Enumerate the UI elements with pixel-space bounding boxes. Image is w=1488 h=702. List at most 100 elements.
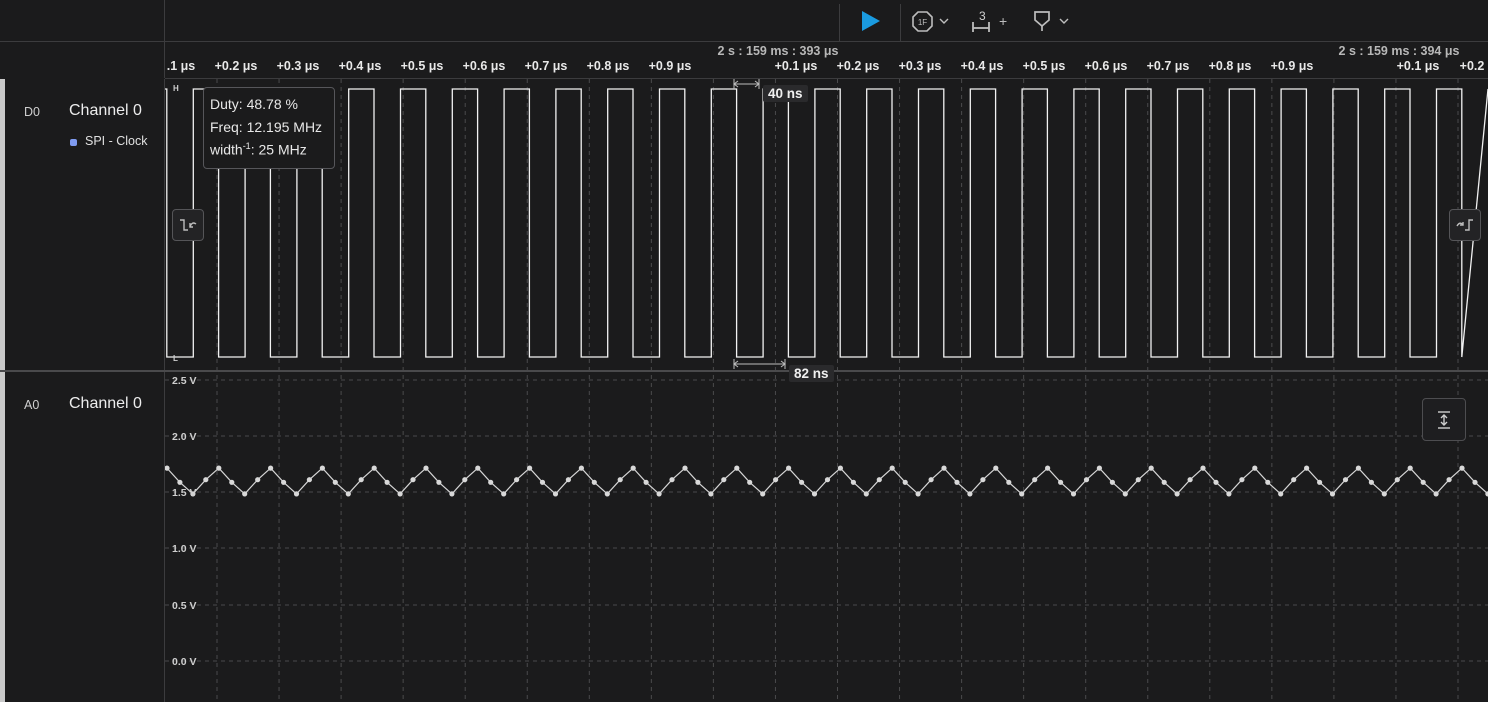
analog-sample-dot: [773, 477, 779, 483]
autoscale-icon: [1438, 410, 1450, 429]
analog-sample-dot: [488, 479, 494, 485]
time-tick-label: +0.7 μs: [524, 59, 568, 73]
measurement-count: 3: [979, 9, 986, 23]
marker-button[interactable]: [1032, 9, 1072, 33]
analog-sample-dot: [967, 491, 973, 497]
analog-sample-dot: [229, 479, 235, 485]
voltage-axis-label: 0.5 V: [172, 600, 197, 612]
analog-sample-dot: [216, 465, 222, 471]
analog-sample-dot: [656, 491, 662, 497]
analog-sample-dot: [928, 477, 934, 483]
channel-name[interactable]: Channel 0: [69, 102, 142, 120]
time-header-left-block: [0, 42, 165, 78]
analog-sample-dot: [293, 491, 300, 497]
analog-sample-dot: [695, 479, 701, 485]
time-tick-label: .1 μs: [166, 59, 196, 73]
time-tick-label: +0.4 μs: [338, 59, 382, 73]
width-value: : 25 MHz: [250, 141, 307, 158]
period-marker: [733, 359, 786, 369]
analog-sample-dot: [281, 479, 287, 485]
pulse-width-label: 40 ns: [763, 85, 808, 102]
analog-sample-dot: [177, 479, 183, 485]
analog-sample-dot: [863, 491, 869, 497]
analog-sample-dot: [708, 491, 714, 497]
channel-row-divider[interactable]: [0, 370, 1488, 372]
time-tick-label: +0.9 μs: [648, 59, 692, 73]
analog-sample-dot: [824, 477, 831, 483]
analog-sample-dot: [1122, 491, 1128, 497]
analog-sample-dot: [799, 479, 805, 485]
analog-sample-dot: [1109, 479, 1115, 485]
toolbar-separator: [900, 4, 901, 41]
analog-sample-dot: [1032, 477, 1038, 483]
analog-sample-dot: [1342, 477, 1349, 483]
voltage-axis-label: 0.0 V: [172, 656, 197, 668]
logic-analyzer-window: 1F 3 + 2 s : 159 ms : 393 μs 2 s : 159 m…: [0, 0, 1488, 702]
analog-sample-dot: [1394, 477, 1400, 483]
pulse-width-marker: [733, 79, 760, 89]
analog-sample-dot: [539, 479, 546, 485]
analog-sample-dot: [527, 465, 533, 471]
analog-sample-dot: [1148, 465, 1154, 471]
analog-sample-dot: [1420, 479, 1426, 485]
analog-sample-dot: [941, 465, 947, 471]
add-measurement-button[interactable]: 3 +: [970, 8, 1012, 34]
analog-sample-dot: [1304, 465, 1310, 471]
analog-sample-dot: [255, 477, 261, 483]
analog-sample-dot: [993, 465, 999, 471]
time-tick-label: +0.1 μs: [1396, 59, 1440, 73]
analog-sample-dot: [397, 491, 403, 497]
autoscale-button[interactable]: [1422, 398, 1466, 441]
voltage-axis-label: 2.0 V: [172, 431, 197, 443]
waveform-canvas[interactable]: [165, 79, 1488, 702]
channel-name[interactable]: Channel 0: [69, 395, 142, 413]
analyzer-tag[interactable]: SPI - Clock: [85, 134, 148, 148]
analog-sample-dot: [578, 465, 584, 471]
analog-sample-dot: [1317, 479, 1323, 485]
trigger-settings-button[interactable]: 1F: [912, 10, 952, 32]
time-tick-label: +0.5 μs: [400, 59, 444, 73]
time-tick-label: +0.2 μs: [836, 59, 880, 73]
width-exponent: -1: [242, 141, 251, 151]
analog-sample-dot: [721, 477, 727, 483]
analog-sample-dot: [345, 491, 351, 497]
time-tick-label: +0.8 μs: [586, 59, 630, 73]
digital-high-label: H: [173, 84, 179, 93]
channel-id: D0: [24, 105, 40, 119]
analog-sample-dot: [1407, 465, 1413, 471]
digital-waveform-d0: [165, 88, 1488, 358]
analog-sample-dot: [980, 477, 986, 483]
play-button[interactable]: [858, 10, 882, 32]
frequency-readout: Freq: 12.195 MHz: [210, 119, 323, 135]
analog-sample-dot: [475, 465, 481, 471]
analog-sample-dot: [242, 491, 248, 497]
analog-sample-dot: [734, 465, 740, 471]
analog-sample-dot: [1083, 477, 1090, 483]
analog-sample-dot: [1161, 479, 1167, 485]
analog-sample-dot: [1135, 477, 1141, 483]
channel-drag-strip[interactable]: [0, 79, 5, 702]
analog-sample-dot: [811, 491, 818, 497]
marker-icon: [1034, 11, 1069, 31]
analog-sample-dot: [1252, 465, 1258, 471]
analog-sample-dot: [371, 465, 377, 471]
prev-edge-button[interactable]: [172, 209, 204, 241]
measurement-tooltip: Duty: 48.78 % Freq: 12.195 MHz width-1: …: [203, 87, 335, 169]
analog-sample-dot: [449, 491, 455, 497]
analog-sample-dot: [1265, 479, 1271, 485]
analog-sample-dot: [436, 479, 442, 485]
analog-sample-dot: [384, 479, 390, 485]
analog-sample-dot: [837, 465, 844, 471]
analog-sample-dot: [902, 479, 908, 485]
analog-sample-dot: [1459, 465, 1465, 471]
analog-sample-dot: [1019, 491, 1025, 497]
next-edge-icon: [1456, 219, 1473, 231]
duty-readout: Duty: 48.78 %: [210, 96, 298, 112]
analog-sample-dot: [319, 465, 325, 471]
analog-sample-dot: [954, 479, 960, 485]
time-ruler[interactable]: 2 s : 159 ms : 393 μs 2 s : 159 ms : 394…: [165, 42, 1488, 79]
analog-sample-dot: [1381, 491, 1387, 497]
analog-sample-dot: [604, 491, 610, 497]
analog-sample-dot: [552, 491, 559, 497]
next-edge-button[interactable]: [1449, 209, 1481, 241]
